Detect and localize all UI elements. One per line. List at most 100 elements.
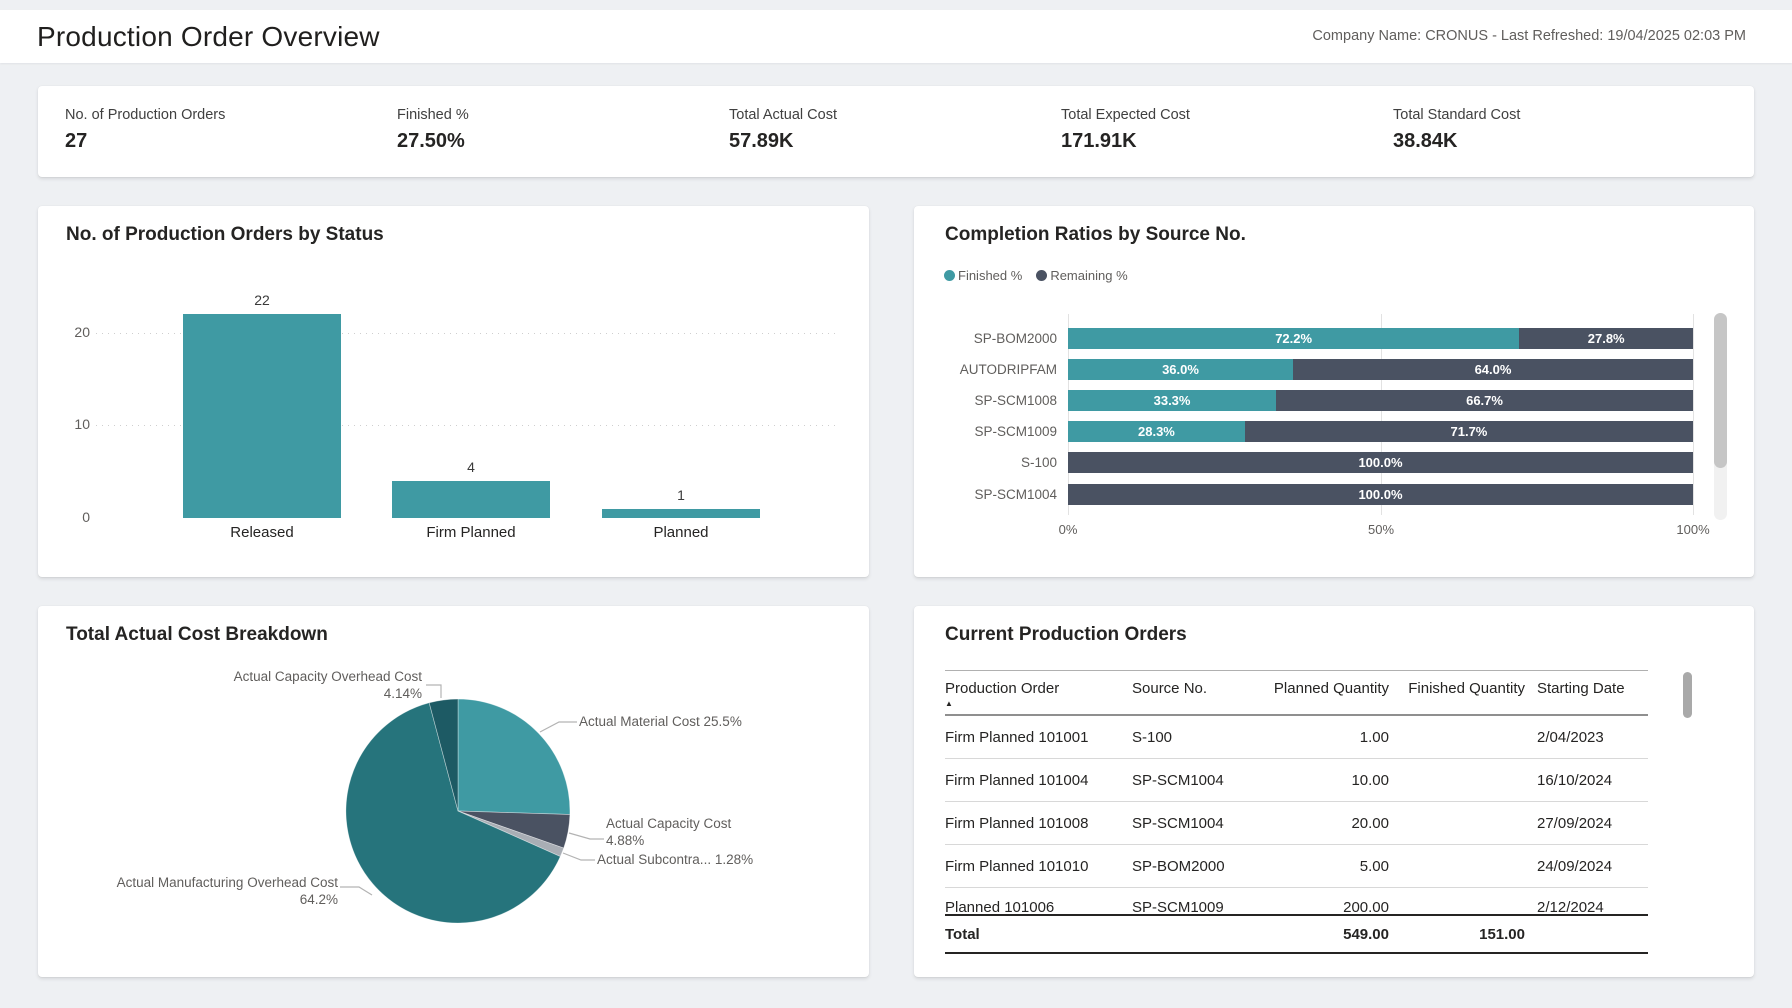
- completion-legend: Finished % Remaining %: [944, 268, 1128, 283]
- x-axis-tick: 100%: [1658, 522, 1728, 537]
- current-orders-title: Current Production Orders: [945, 624, 1187, 646]
- kpi-value: 57.89K: [729, 130, 1061, 153]
- legend-item-remaining[interactable]: Remaining %: [1036, 268, 1127, 283]
- legend-item-finished[interactable]: Finished %: [944, 268, 1022, 283]
- completion-category-label: SP-SCM1008: [914, 390, 1057, 411]
- cost-breakdown-pie: [38, 606, 869, 977]
- current-orders-table-card: Current Production Orders Production Ord…: [914, 606, 1754, 977]
- completion-segment-finished[interactable]: 36.0%: [1068, 359, 1293, 380]
- column-header-4[interactable]: Finished Quantity: [1389, 680, 1525, 697]
- cell: SP-SCM1004: [1132, 772, 1246, 789]
- completion-category-label: AUTODRIPFAM: [914, 359, 1057, 380]
- x-axis-category-label: Planned: [602, 524, 760, 541]
- status-bar-released[interactable]: [183, 314, 341, 518]
- cell: 5.00: [1246, 858, 1389, 875]
- pie-callout-label: Actual Capacity Cost4.88%: [606, 815, 731, 849]
- status-bar-planned[interactable]: [602, 509, 760, 518]
- total-cell: 151.00: [1389, 926, 1525, 943]
- orders-by-status-title: No. of Production Orders by Status: [66, 224, 384, 246]
- completion-segment-finished[interactable]: 72.2%: [1068, 328, 1519, 349]
- cell: 24/09/2024: [1525, 858, 1640, 875]
- pie-slice-actual-material-cost[interactable]: [458, 699, 570, 815]
- table-total-row: Total549.00151.00: [945, 914, 1648, 954]
- completion-ratios-title: Completion Ratios by Source No.: [945, 224, 1246, 246]
- finished-legend-dot-icon: [944, 270, 955, 281]
- total-cell: 549.00: [1246, 926, 1389, 943]
- column-header-2[interactable]: Source No.: [1132, 680, 1246, 697]
- completion-segment-remaining[interactable]: 71.7%: [1245, 421, 1693, 442]
- cell: 1.00: [1246, 729, 1389, 746]
- cell: 20.00: [1246, 815, 1389, 832]
- table-row[interactable]: Firm Planned 101010SP-BOM20005.00 24/09/2…: [945, 845, 1648, 888]
- kpi-value: 38.84K: [1393, 130, 1725, 153]
- pie-leader-line: [426, 685, 441, 698]
- y-axis-tick: 0: [56, 509, 90, 525]
- production-orders-table: Production Order▲Source No.Planned Quant…: [945, 670, 1648, 954]
- x-axis-category-label: Firm Planned: [392, 524, 550, 541]
- bar-data-label: 1: [602, 487, 760, 503]
- kpi-label: Total Expected Cost: [1061, 107, 1393, 123]
- completion-category-label: SP-BOM2000: [914, 328, 1057, 349]
- kpi-4: Total Expected Cost 171.91K: [1061, 107, 1393, 177]
- column-header-5[interactable]: Starting Date: [1525, 680, 1640, 697]
- kpi-value: 171.91K: [1061, 130, 1393, 153]
- legend-finished-label: Finished %: [958, 268, 1022, 283]
- completion-scrollbar-thumb[interactable]: [1714, 313, 1727, 468]
- cell: Planned 101006: [945, 888, 1132, 914]
- status-bar-firm-planned[interactable]: [392, 481, 550, 518]
- table-scrollbar-thumb[interactable]: [1683, 672, 1692, 718]
- completion-segment-remaining[interactable]: 100.0%: [1068, 452, 1693, 473]
- y-axis-tick: 10: [56, 416, 90, 432]
- column-header-3[interactable]: Planned Quantity: [1246, 680, 1389, 697]
- page-title: Production Order Overview: [37, 21, 380, 53]
- pie-callout-label: Actual Material Cost 25.5%: [579, 713, 742, 730]
- table-row-clipped[interactable]: Planned 101006SP-SCM1009200.002/12/2024: [945, 888, 1648, 914]
- column-header-1[interactable]: Production Order▲: [945, 680, 1132, 708]
- sort-ascending-icon: ▲: [945, 700, 1132, 708]
- kpi-label: Finished %: [397, 107, 729, 123]
- table-row[interactable]: Firm Planned 101001S-1001.002/04/2023: [945, 716, 1648, 759]
- gridline-100pct: [1693, 314, 1694, 515]
- completion-segment-finished[interactable]: 33.3%: [1068, 390, 1276, 411]
- x-axis-category-label: Released: [183, 524, 341, 541]
- completion-segment-remaining[interactable]: 64.0%: [1293, 359, 1693, 380]
- kpi-label: Total Standard Cost: [1393, 107, 1725, 123]
- pie-leader-line: [340, 887, 372, 895]
- x-axis-tick: 50%: [1346, 522, 1416, 537]
- completion-segment-finished[interactable]: 28.3%: [1068, 421, 1245, 442]
- x-axis-tick: 0%: [1033, 522, 1103, 537]
- kpi-value: 27: [65, 130, 397, 153]
- cell: 10.00: [1246, 772, 1389, 789]
- remaining-legend-dot-icon: [1036, 270, 1047, 281]
- cell: Firm Planned 101010: [945, 858, 1132, 875]
- kpi-1: No. of Production Orders 27: [65, 107, 397, 177]
- cell: SP-SCM1009: [1132, 888, 1246, 914]
- bar-data-label: 22: [183, 292, 341, 308]
- cell: Firm Planned 101004: [945, 772, 1132, 789]
- completion-ratios-chart-card: Completion Ratios by Source No. Finished…: [914, 206, 1754, 577]
- cell: SP-BOM2000: [1132, 858, 1246, 875]
- completion-segment-remaining[interactable]: 100.0%: [1068, 484, 1693, 505]
- completion-segment-remaining[interactable]: 27.8%: [1519, 328, 1693, 349]
- kpi-3: Total Actual Cost 57.89K: [729, 107, 1061, 177]
- completion-category-label: SP-SCM1009: [914, 421, 1057, 442]
- completion-category-label: SP-SCM1004: [914, 484, 1057, 505]
- pie-callout-label: Actual Capacity Overhead Cost4.14%: [38, 668, 422, 702]
- cell: 2/04/2023: [1525, 729, 1640, 746]
- orders-by-status-chart-card: No. of Production Orders by Status 20100…: [38, 206, 869, 577]
- cell: Firm Planned 101008: [945, 815, 1132, 832]
- table-row[interactable]: Firm Planned 101004SP-SCM100410.00 16/10/…: [945, 759, 1648, 802]
- completion-segment-remaining[interactable]: 66.7%: [1276, 390, 1693, 411]
- kpi-label: Total Actual Cost: [729, 107, 1061, 123]
- kpi-value: 27.50%: [397, 130, 729, 153]
- cell: SP-SCM1004: [1132, 815, 1246, 832]
- kpi-label: No. of Production Orders: [65, 107, 397, 123]
- cell: 27/09/2024: [1525, 815, 1640, 832]
- completion-category-label: S-100: [914, 452, 1057, 473]
- dashboard-canvas: Production Order Overview Company Name: …: [0, 0, 1792, 1008]
- table-row[interactable]: Firm Planned 101008SP-SCM100420.00 27/09/…: [945, 802, 1648, 845]
- cell: 2/12/2024: [1525, 888, 1640, 914]
- cell: 16/10/2024: [1525, 772, 1640, 789]
- pie-callout-label: Actual Subcontra... 1.28%: [597, 851, 753, 868]
- kpi-card-strip: No. of Production Orders 27Finished % 27.5…: [38, 86, 1754, 177]
